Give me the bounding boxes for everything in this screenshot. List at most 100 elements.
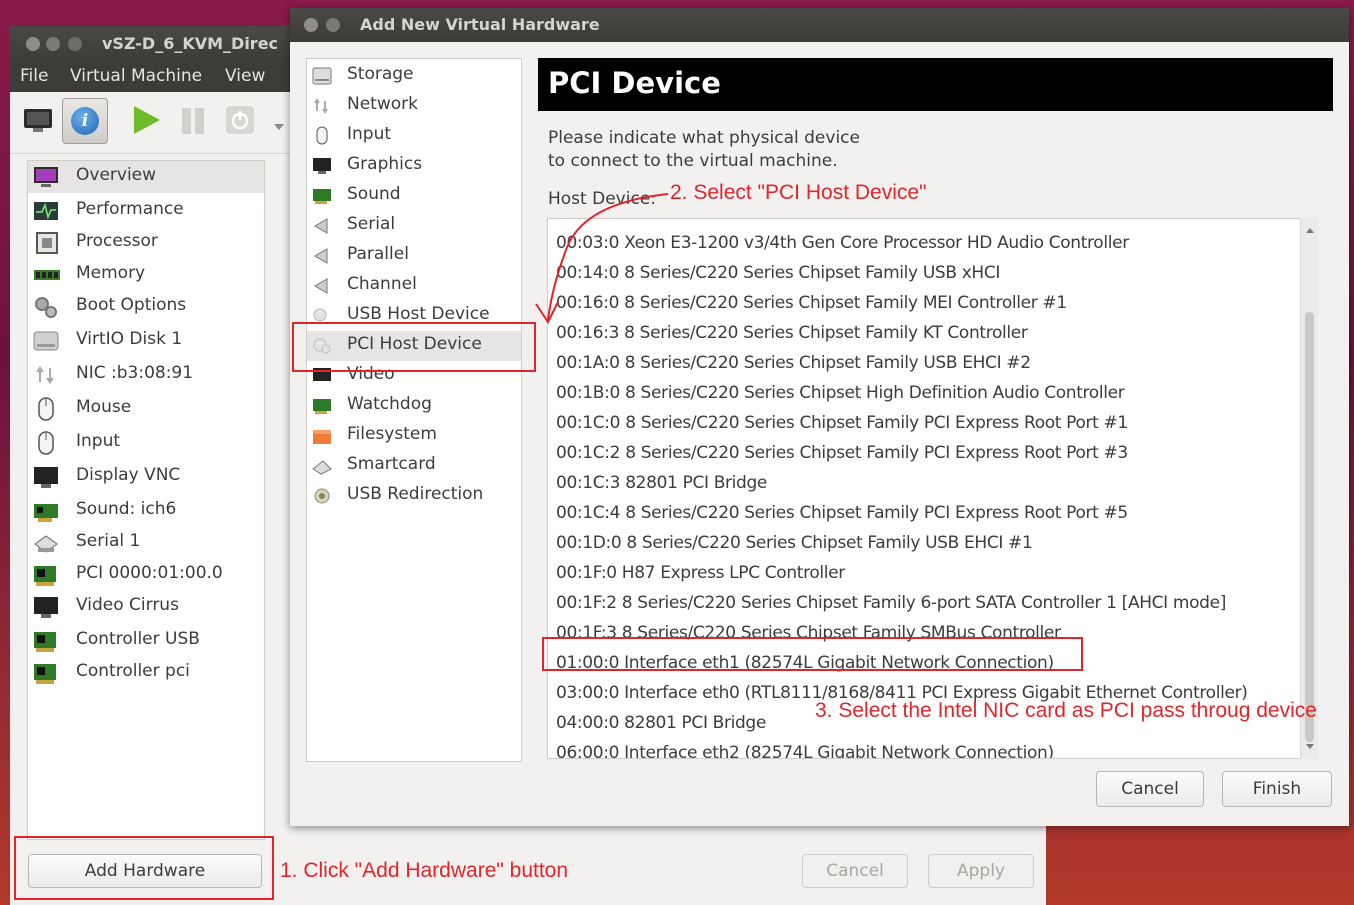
hw-label: Controller USB <box>76 629 200 649</box>
dialog-cancel-button[interactable]: Cancel <box>1096 771 1204 807</box>
hw-item-overview[interactable]: Overview <box>28 161 264 193</box>
menu-file[interactable]: File <box>20 66 48 86</box>
category-watchdog[interactable]: Watchdog <box>307 391 521 421</box>
category-label: Network <box>347 94 418 114</box>
device-row[interactable]: 00:1C:3 82801 PCI Bridge <box>556 473 767 493</box>
category-serial[interactable]: Serial <box>307 211 521 241</box>
menu-virtual-machine[interactable]: Virtual Machine <box>70 66 202 86</box>
category-graphics[interactable]: Graphics <box>307 151 521 181</box>
channel-icon <box>311 275 333 297</box>
hw-item-nic[interactable]: NIC :b3:08:91 <box>28 359 264 391</box>
hw-label: Sound: ich6 <box>76 499 177 519</box>
folder-icon <box>311 425 333 447</box>
category-label: USB Host Device <box>347 304 490 324</box>
minimize-icon[interactable] <box>46 37 60 51</box>
category-label: Channel <box>347 274 417 294</box>
storage-icon <box>311 65 333 87</box>
scroll-thumb[interactable] <box>1305 312 1314 742</box>
device-row[interactable]: 00:1A:0 8 Series/C220 Series Chipset Fam… <box>556 353 1031 373</box>
controller-icon <box>32 628 60 654</box>
performance-icon <box>32 198 60 224</box>
maximize-icon[interactable] <box>68 37 82 51</box>
step1-annotation: 1. Click "Add Hardware" button <box>280 859 569 882</box>
hw-item-performance[interactable]: Performance <box>28 195 264 227</box>
pause-icon[interactable] <box>174 100 214 140</box>
details-info-button[interactable]: i <box>62 98 108 144</box>
apply-button[interactable]: Apply <box>928 854 1034 888</box>
hw-label: PCI 0000:01:00.0 <box>76 563 223 583</box>
hw-item-input[interactable]: Input <box>28 427 264 459</box>
vm-window-title: vSZ-D_6_KVM_Direc <box>102 34 279 53</box>
device-row[interactable]: 00:1B:0 8 Series/C220 Series Chipset Hig… <box>556 383 1125 403</box>
gears-icon <box>32 294 60 320</box>
category-label: Filesystem <box>347 424 437 444</box>
close-icon[interactable] <box>304 18 318 32</box>
chevron-down-icon[interactable] <box>272 100 286 140</box>
device-row[interactable]: 00:1F:2 8 Series/C220 Series Chipset Fam… <box>556 593 1226 613</box>
shutdown-icon[interactable] <box>222 100 262 140</box>
hw-item-serial[interactable]: Serial 1 <box>28 527 264 559</box>
step3-highlight <box>542 637 1083 671</box>
category-label: USB Redirection <box>347 484 484 504</box>
hw-item-boot-options[interactable]: Boot Options <box>28 291 264 323</box>
console-icon[interactable] <box>20 100 60 140</box>
category-sound[interactable]: Sound <box>307 181 521 211</box>
hw-item-display-vnc[interactable]: Display VNC <box>28 461 264 493</box>
device-row[interactable]: 00:1D:0 8 Series/C220 Series Chipset Fam… <box>556 533 1033 553</box>
device-row[interactable]: 00:1C:4 8 Series/C220 Series Chipset Fam… <box>556 503 1128 523</box>
category-filesystem[interactable]: Filesystem <box>307 421 521 451</box>
hw-label: Display VNC <box>76 465 181 485</box>
hw-label: VirtIO Disk 1 <box>76 329 183 349</box>
device-row[interactable]: 00:1C:2 8 Series/C220 Series Chipset Fam… <box>556 443 1128 463</box>
category-storage[interactable]: Storage <box>307 61 521 91</box>
hw-label: Input <box>76 431 121 451</box>
cancel-button[interactable]: Cancel <box>802 854 908 888</box>
video-icon <box>32 594 60 620</box>
hw-item-video[interactable]: Video Cirrus <box>28 591 264 623</box>
category-label: Serial <box>347 214 396 234</box>
hw-label: Boot Options <box>76 295 187 315</box>
mouse-icon <box>311 125 333 147</box>
pci-device-header: PCI Device <box>538 58 1333 111</box>
device-list-scrollbar[interactable] <box>1300 218 1318 759</box>
graphics-icon <box>311 155 333 177</box>
hw-item-processor[interactable]: Processor <box>28 227 264 259</box>
category-input[interactable]: Input <box>307 121 521 151</box>
disk-icon <box>32 328 60 354</box>
step2-annotation: 2. Select "PCI Host Device" <box>670 181 927 204</box>
category-smartcard[interactable]: Smartcard <box>307 451 521 481</box>
hardware-list: Overview Performance Processor Memory Bo… <box>27 160 265 840</box>
hw-label: Serial 1 <box>76 531 141 551</box>
close-icon[interactable] <box>26 37 40 51</box>
info-icon: i <box>71 107 99 135</box>
hw-item-pci[interactable]: PCI 0000:01:00.0 <box>28 559 264 591</box>
hw-item-virtio-disk[interactable]: VirtIO Disk 1 <box>28 325 264 357</box>
step2-arrow-icon <box>535 193 669 324</box>
step1-highlight <box>14 836 274 900</box>
hw-item-sound[interactable]: Sound: ich6 <box>28 495 264 527</box>
hw-item-controller-pci[interactable]: Controller pci <box>28 657 264 689</box>
scroll-down-icon <box>1306 744 1314 749</box>
device-row[interactable]: 00:1F:0 H87 Express LPC Controller <box>556 563 845 583</box>
instruction-line2: to connect to the virtual machine. <box>548 151 838 171</box>
device-row[interactable]: 04:00:0 82801 PCI Bridge <box>556 713 766 733</box>
hw-item-controller-usb[interactable]: Controller USB <box>28 625 264 657</box>
processor-icon <box>32 230 60 256</box>
device-row[interactable]: 00:1C:0 8 Series/C220 Series Chipset Fam… <box>556 413 1128 433</box>
category-network[interactable]: Network <box>307 91 521 121</box>
category-channel[interactable]: Channel <box>307 271 521 301</box>
hw-label: NIC :b3:08:91 <box>76 363 194 383</box>
instruction-line1: Please indicate what physical device <box>548 128 860 148</box>
pci-card-icon <box>32 562 60 588</box>
device-row[interactable]: 06:00:0 Interface eth2 (82574L Gigabit N… <box>556 743 1054 758</box>
category-parallel[interactable]: Parallel <box>307 241 521 271</box>
minimize-icon[interactable] <box>326 18 340 32</box>
hw-item-memory[interactable]: Memory <box>28 259 264 291</box>
hw-item-mouse[interactable]: Mouse <box>28 393 264 425</box>
run-icon[interactable] <box>126 100 166 140</box>
dialog-title: Add New Virtual Hardware <box>360 15 600 34</box>
menu-view[interactable]: View <box>225 66 265 86</box>
finish-button[interactable]: Finish <box>1222 771 1332 807</box>
category-label: Storage <box>347 64 414 84</box>
category-usb-redirection[interactable]: USB Redirection <box>307 481 521 511</box>
